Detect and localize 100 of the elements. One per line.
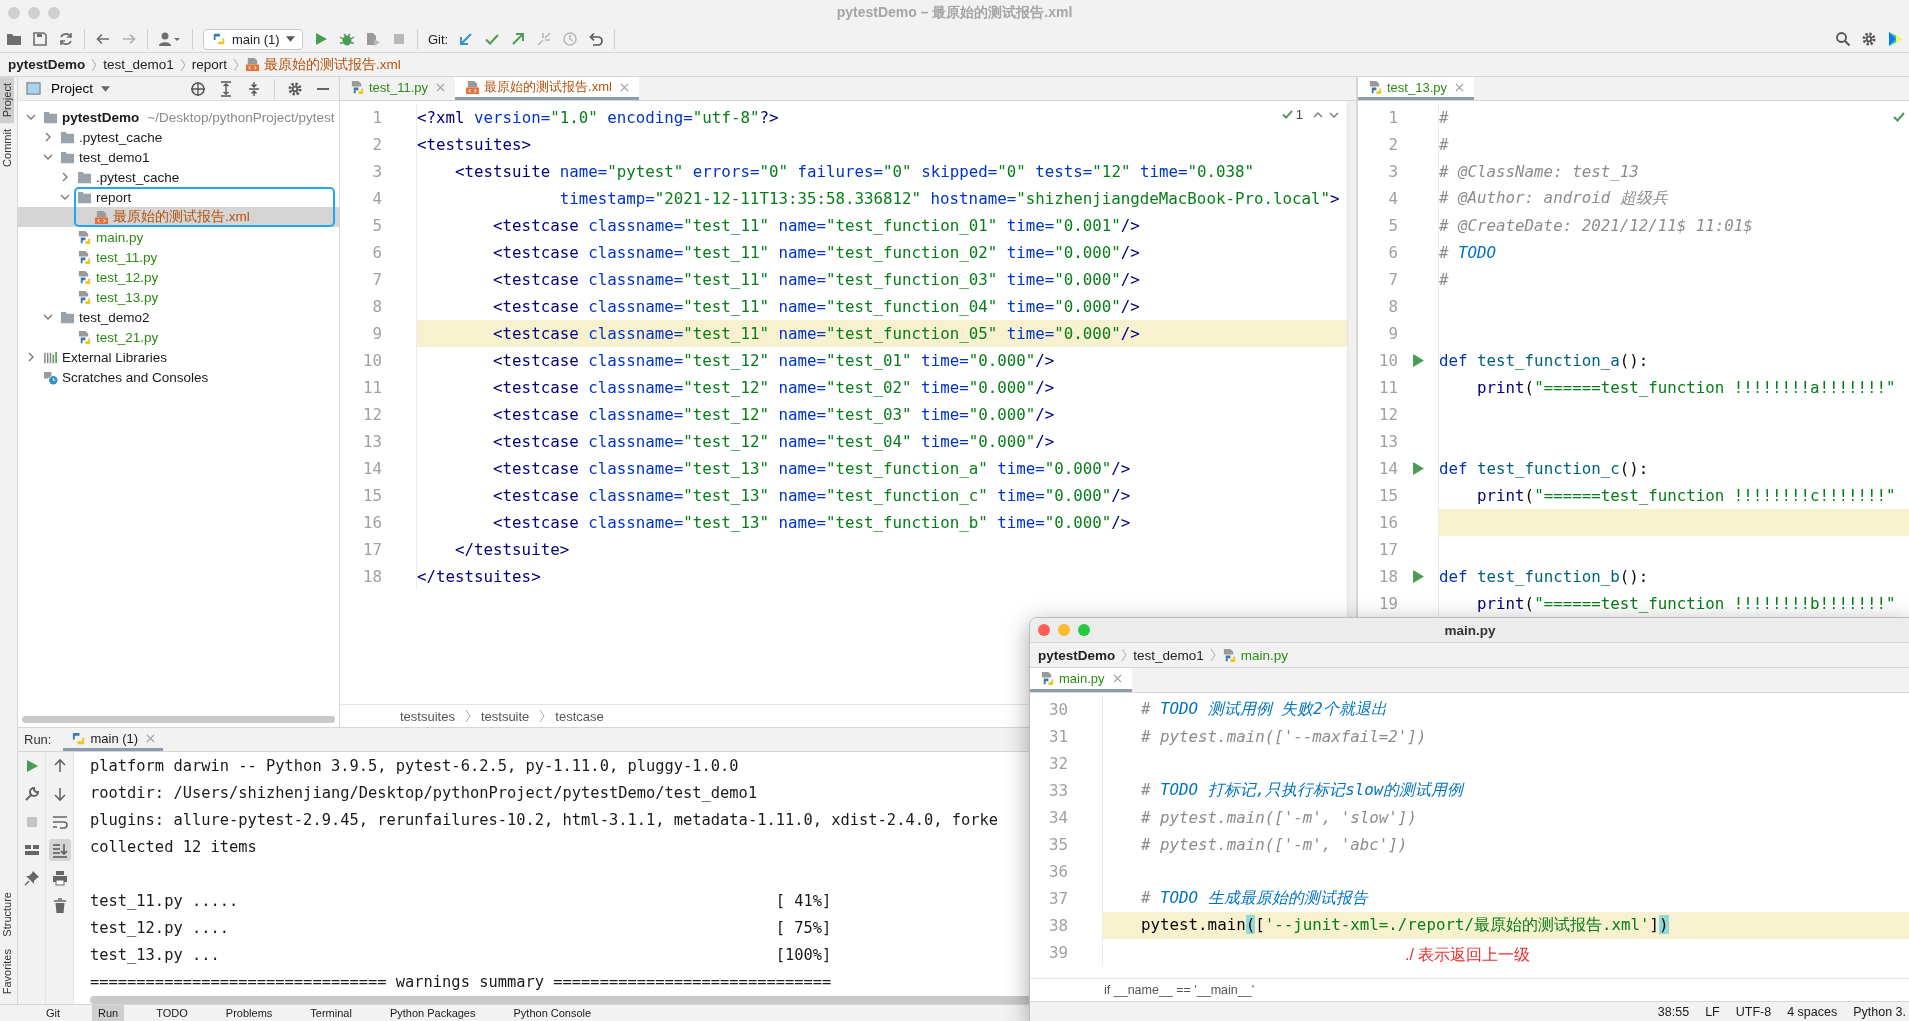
editor-tab[interactable]: main.py xyxy=(1030,668,1132,692)
tree-item[interactable]: .pytest_cache xyxy=(18,167,339,187)
breadcrumb-item[interactable]: 最原始的测试报告.xml xyxy=(264,55,401,74)
close-icon[interactable] xyxy=(1112,674,1122,683)
dropdown-caret-icon xyxy=(285,36,295,42)
project-view-dropdown[interactable]: Project xyxy=(26,81,110,96)
close-icon[interactable] xyxy=(436,82,446,92)
layout-icon[interactable] xyxy=(23,842,40,858)
tool-window-tab[interactable]: Git xyxy=(40,1005,67,1021)
chevron-icon[interactable] xyxy=(43,152,53,162)
chevron-icon[interactable] xyxy=(26,112,36,122)
down-arrow-icon[interactable] xyxy=(51,786,68,802)
tree-item[interactable]: test_13.py xyxy=(18,287,339,307)
breadcrumb-item[interactable]: pytestDemo xyxy=(1038,647,1116,663)
run-icon[interactable] xyxy=(1412,462,1424,475)
chevron-icon xyxy=(233,57,240,72)
tree-item[interactable]: main.py xyxy=(18,227,339,247)
forward-arrow-icon[interactable] xyxy=(121,31,137,47)
side-tab[interactable]: Project xyxy=(0,77,14,124)
tool-window-tab[interactable]: Run xyxy=(92,1005,125,1021)
expand-all-icon[interactable] xyxy=(218,80,234,97)
close-button[interactable] xyxy=(1038,624,1050,636)
locate-icon[interactable] xyxy=(190,80,206,97)
print-icon[interactable] xyxy=(51,870,68,886)
update-arrow-icon[interactable] xyxy=(458,31,475,47)
editor-tab[interactable]: test_13.py xyxy=(1358,77,1474,100)
status-item[interactable]: 4 spaces xyxy=(1787,1005,1838,1019)
scroll-to-end-icon[interactable] xyxy=(48,839,71,861)
editor-tab[interactable]: test_11.py xyxy=(340,77,456,100)
code-line: <testcase classname="test_13" name="test_function_a" time="0.000"/> xyxy=(492,459,1131,478)
status-item[interactable]: Python 3. xyxy=(1853,1005,1906,1019)
close-icon[interactable] xyxy=(619,82,629,92)
tree-item[interactable]: Scratches and Consoles xyxy=(18,367,339,387)
trash-icon[interactable] xyxy=(51,898,68,914)
chevron-icon[interactable] xyxy=(43,132,53,142)
save-icon[interactable] xyxy=(32,31,48,47)
search-icon[interactable] xyxy=(1835,31,1851,47)
breadcrumb-item[interactable]: pytestDemo xyxy=(8,57,86,72)
side-tab[interactable]: Commit xyxy=(0,123,14,174)
status-item[interactable]: 38:55 xyxy=(1657,1005,1690,1019)
code-line: # pytest.main(['-m', 'slow']) xyxy=(1140,808,1417,827)
run-icon[interactable] xyxy=(1412,570,1424,583)
coverage-icon[interactable] xyxy=(365,31,381,47)
breadcrumb-item[interactable]: testcase xyxy=(555,708,604,724)
status-item[interactable]: LF xyxy=(1705,1005,1720,1019)
run-configuration-dropdown[interactable]: main (1) xyxy=(203,28,303,50)
breadcrumb-item[interactable]: test_demo1 xyxy=(103,57,174,72)
tree-item[interactable]: test_11.py xyxy=(18,247,339,267)
soft-wrap-icon[interactable] xyxy=(51,814,68,830)
close-icon[interactable] xyxy=(146,733,156,743)
chevron-icon[interactable] xyxy=(60,172,70,182)
tree-item[interactable]: test_21.py xyxy=(18,327,339,347)
side-tab[interactable]: Structure xyxy=(0,886,14,943)
tree-item[interactable]: 最原始的测试报告.xml xyxy=(18,207,339,227)
tree-item[interactable]: .pytest_cache xyxy=(18,127,339,147)
back-arrow-icon[interactable] xyxy=(95,31,111,47)
breadcrumb-item[interactable]: testsuite xyxy=(480,708,530,724)
tree-item[interactable]: External Libraries xyxy=(18,347,339,367)
run-icon[interactable] xyxy=(313,31,329,47)
rollback-icon[interactable] xyxy=(588,31,605,47)
line-number: 12 xyxy=(361,405,382,424)
tool-window-tab[interactable]: Python Packages xyxy=(383,1005,482,1021)
tree-item[interactable]: test_demo1 xyxy=(18,147,339,167)
status-item[interactable]: UTF-8 xyxy=(1735,1005,1772,1019)
tool-window-tab[interactable]: Problems xyxy=(219,1005,279,1021)
tree-item[interactable]: test_demo2 xyxy=(18,307,339,327)
editor-tab[interactable]: 最原始的测试报告.xml xyxy=(455,77,639,100)
scrollbar[interactable] xyxy=(22,716,335,723)
zoom-button[interactable] xyxy=(1078,624,1090,636)
tool-window-tab[interactable]: Python Console xyxy=(507,1005,598,1021)
tree-item[interactable]: pytestDemo ~/Desktop/pythonProject/pytest xyxy=(18,107,339,127)
settings-icon[interactable] xyxy=(287,80,303,97)
collapse-all-icon[interactable] xyxy=(246,80,262,97)
push-arrow-icon[interactable] xyxy=(510,31,527,47)
tool-window-tab[interactable]: Terminal xyxy=(304,1005,358,1021)
app-logo-icon[interactable] xyxy=(1887,31,1903,47)
bug-icon[interactable] xyxy=(339,31,355,47)
chevron-icon[interactable] xyxy=(60,192,70,202)
tree-item[interactable]: test_12.py xyxy=(18,267,339,287)
chevron-icon[interactable] xyxy=(26,352,36,362)
tree-item[interactable]: report xyxy=(18,187,339,207)
breadcrumb-item[interactable]: main.py xyxy=(1240,647,1289,663)
breadcrumb-item[interactable]: test_demo1 xyxy=(1133,647,1204,663)
breadcrumb-item[interactable]: testsuites xyxy=(400,708,455,724)
inspection-widget[interactable]: 1 xyxy=(1281,107,1340,122)
user-dropdown-icon[interactable] xyxy=(158,31,182,47)
sync-icon[interactable] xyxy=(58,31,74,47)
wrench-icon[interactable] xyxy=(23,786,40,802)
breadcrumb-item[interactable]: report xyxy=(191,57,228,72)
side-tab[interactable]: Favorites xyxy=(0,942,14,1000)
pin-icon[interactable] xyxy=(23,870,40,886)
run-configuration-tab[interactable]: main (1) xyxy=(63,728,164,751)
settings-icon[interactable] xyxy=(1861,31,1877,47)
folder-icon[interactable] xyxy=(6,31,22,47)
chevron-icon[interactable] xyxy=(43,312,53,322)
check-icon[interactable] xyxy=(1893,111,1905,123)
run-icon[interactable] xyxy=(1412,354,1424,367)
code-breadcrumb[interactable]: if __name__ == '__main__' xyxy=(1104,983,1255,997)
tool-window-tab[interactable]: TODO xyxy=(150,1005,194,1021)
close-icon[interactable] xyxy=(1455,82,1464,92)
